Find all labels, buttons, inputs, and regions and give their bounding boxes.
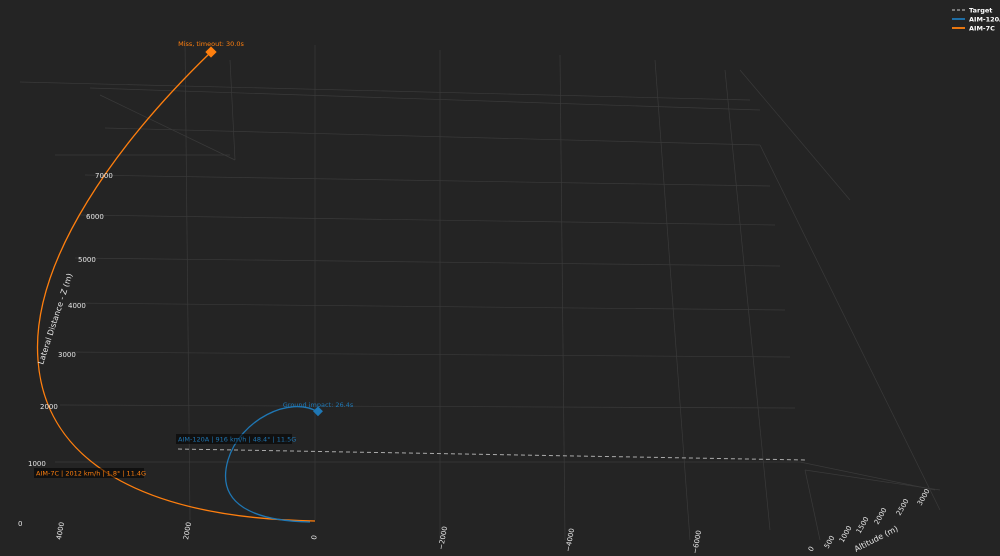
svg-text:AIM-120A | 916 km/h | 48.4° |: AIM-120A | 916 km/h | 48.4° | 11.5G: [178, 436, 296, 444]
aim7c-end-annotation: Miss, timeout: 30.0s: [178, 40, 244, 48]
z-tick: 1000: [28, 460, 46, 468]
z-tick: 0: [18, 520, 22, 528]
grid: [19, 39, 941, 541]
x-tick: −2000: [437, 526, 449, 551]
x-axis-ticks: 4000 2000 0 −2000 −4000 −6000: [55, 521, 703, 554]
legend: Target AIM-120A AIM-7C: [952, 7, 1000, 33]
svg-text:Target: Target: [969, 7, 992, 15]
x-tick: 0: [310, 535, 319, 541]
x-tick: −6000: [691, 530, 703, 555]
aim120a-hover-label: AIM-120A | 916 km/h | 48.4° | 11.5G: [176, 434, 296, 444]
y-tick: 1000: [838, 525, 854, 544]
svg-text:AIM-7C: AIM-7C: [969, 25, 995, 33]
x-tick: 4000: [55, 521, 66, 540]
target-trajectory: [177, 448, 806, 461]
svg-text:AIM-7C | 2012 km/h | 1.8° | 11: AIM-7C | 2012 km/h | 1.8° | 11.4G: [36, 470, 146, 478]
z-tick: 3000: [58, 351, 76, 359]
z-tick: 5000: [78, 256, 96, 264]
y-tick: 2500: [895, 498, 911, 517]
z-tick: 6000: [86, 213, 104, 221]
aim120a-end-annotation: Ground impact: 26.4s: [283, 401, 354, 409]
trajectory-chart[interactable]: Miss, timeout: 30.0s Ground impact: 26.4…: [0, 0, 1000, 556]
legend-item-aim120a[interactable]: AIM-120A: [952, 16, 1000, 24]
y-tick: 1500: [855, 516, 871, 535]
y-tick: 3000: [916, 488, 932, 507]
legend-item-aim7c[interactable]: AIM-7C: [952, 25, 995, 33]
x-tick: 2000: [182, 521, 193, 540]
aim7c-hover-label: AIM-7C | 2012 km/h | 1.8° | 11.4G: [34, 468, 146, 478]
y-tick: 2000: [873, 507, 889, 526]
x-tick: −4000: [564, 528, 576, 553]
aim120a-trajectory[interactable]: [224, 406, 319, 523]
y-tick: 500: [823, 534, 837, 550]
z-tick: 2000: [40, 403, 58, 411]
y-tick: 0: [807, 545, 816, 553]
legend-item-target[interactable]: Target: [952, 7, 992, 15]
z-tick: 7000: [95, 172, 113, 180]
aim7c-trajectory[interactable]: [36, 51, 316, 522]
z-tick: 4000: [68, 302, 86, 310]
svg-text:AIM-120A: AIM-120A: [969, 16, 1000, 24]
